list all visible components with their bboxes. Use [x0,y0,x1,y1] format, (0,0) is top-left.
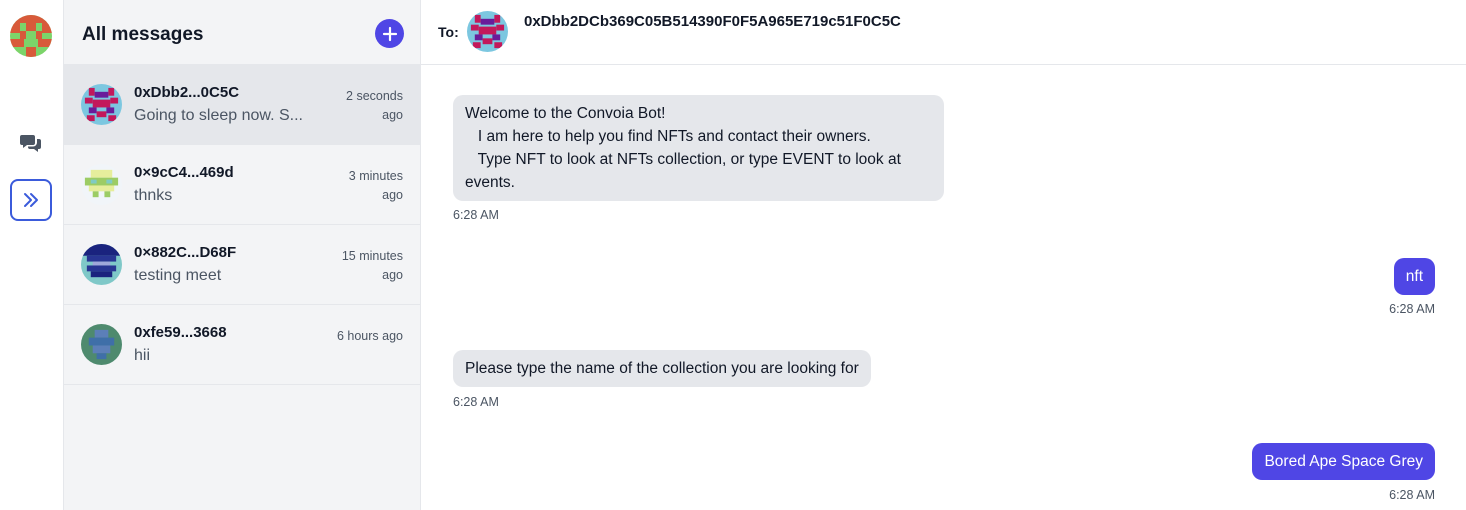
chat-panel: To: 0xDbb2DCb369C05B514390F0F5A965E719c5… [421,0,1466,510]
expand-sidebar-button[interactable] [10,179,52,221]
message-text-line: events. [465,174,515,191]
left-rail [0,0,64,510]
conversation-name: 0×882C...D68F [134,244,237,261]
app: All messages 0xDbb2...0C5C Going to slee… [0,0,1466,510]
message-text-line: I am here to help you find NFTs and cont… [465,128,871,145]
conversation-time: 2 seconds ago [346,89,403,122]
conversation-item[interactable]: 0xfe59...3668 hii 6 hours ago [64,305,420,385]
conversation-name: 0×9cC4...469d [134,164,234,181]
conversation-preview: thnks [134,187,173,204]
conversation-time: 6 hours ago [336,329,403,343]
list-title: All messages [82,24,204,45]
message-text-line: Type NFT to look at NFTs collection, or … [465,151,901,168]
message-bubble-incoming: Welcome to the Convoia Bot! I am here to… [453,95,944,201]
conversation-avatar [81,324,122,365]
message-timestamp: 6:28 AM [453,395,499,409]
conversation-time: 3 minutes ago [348,169,403,202]
user-avatar[interactable] [10,15,52,57]
conversation-item[interactable]: 0×882C...D68F testing meet 15 minutes ag… [64,225,420,305]
message-bubble-incoming: Please type the name of the collection y… [453,350,871,387]
message-timestamp: 6:28 AM [453,208,499,222]
recipient-address: 0xDbb2DCb369C05B514390F0F5A965E719c51F0C… [524,13,901,30]
conversation-name: 0xfe59...3668 [134,324,227,341]
conversation-list: All messages 0xDbb2...0C5C Going to slee… [64,0,421,510]
message-bubble-outgoing: Bored Ape Space Grey [1252,443,1435,480]
double-chevron-right-icon [24,193,38,207]
plus-icon [382,26,397,41]
conversation-time: 15 minutes ago [341,249,403,282]
message-timestamp: 6:28 AM [1389,302,1435,316]
conversation-name: 0xDbb2...0C5C [134,84,240,101]
conversation-avatar [81,244,122,285]
conversation-avatar [81,164,122,205]
new-message-button[interactable] [375,19,404,48]
message-timestamp: 6:28 AM [1389,488,1435,502]
message-bubble-outgoing: nft [1393,258,1435,295]
conversation-preview: Going to sleep now. S... [134,107,303,124]
chat-header: To: 0xDbb2DCb369C05B514390F0F5A965E719c5… [421,0,1466,65]
chat-bubbles-icon[interactable] [20,132,42,154]
conversation-preview: testing meet [134,267,222,284]
conversation-preview: hii [134,347,151,364]
message-text-line: Bored Ape Space Grey [1264,453,1423,470]
to-label: To: [438,24,459,40]
recipient-avatar [467,11,508,52]
conversation-item[interactable]: 0xDbb2...0C5C Going to sleep now. S... 2… [64,65,420,145]
conversation-avatar [81,84,122,125]
list-header: All messages [64,0,420,65]
message-text-line: Welcome to the Convoia Bot! [465,105,666,122]
conversation-item[interactable]: 0×9cC4...469d thnks 3 minutes ago [64,145,420,225]
message-text-line: nft [1405,268,1423,285]
message-text-line: Please type the name of the collection y… [465,360,859,377]
